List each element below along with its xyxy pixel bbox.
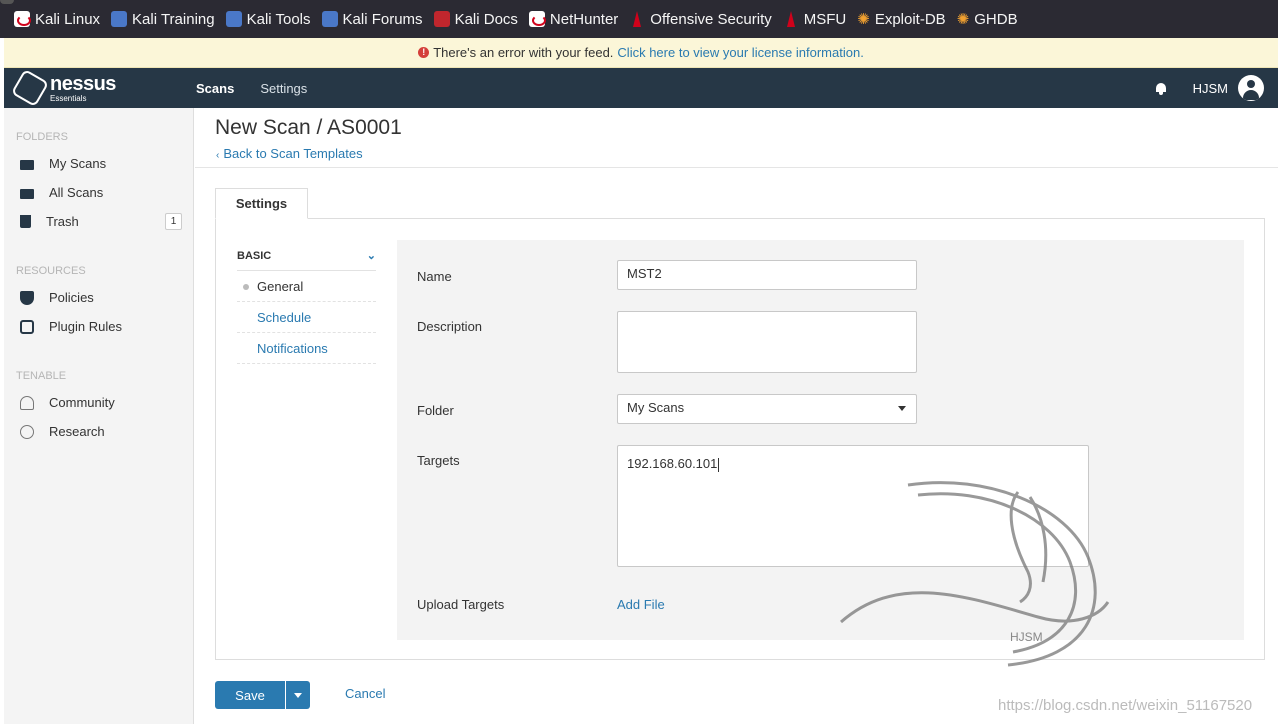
hexagon-icon [10,68,50,108]
main-content: New Scan / AS0001 ‹ Back to Scan Template… [195,108,1278,724]
general-form: Name MST2 Description Folder My Scans Ta… [397,240,1244,640]
nav-tab-scans[interactable]: Scans [196,81,234,96]
trash-icon [20,215,31,228]
plugin-icon [20,319,34,334]
avatar[interactable] [1238,75,1264,101]
subnav-item-general[interactable]: General [237,271,376,302]
sidebar-item-policies[interactable]: Policies [4,283,194,312]
folder-icon [20,159,34,170]
bookmark-kali-forums[interactable]: Kali Forums [321,11,423,28]
bookmark-nethunter[interactable]: NetHunter [528,11,618,28]
trash-count-badge: 1 [165,213,182,230]
bookmarks-bar: Kali Linux Kali Training Kali Tools Kali… [0,0,1278,38]
sidebar: FOLDERS My Scans All Scans Trash 1 RESOUR… [4,108,194,724]
bell-icon[interactable] [1155,82,1167,95]
kali-docs-icon [433,11,450,27]
lightbulb-icon [20,424,34,439]
sidebar-item-community[interactable]: Community [4,388,194,417]
bookmark-exploit-db[interactable]: ✺ Exploit-DB [857,10,945,29]
subnav-item-schedule[interactable]: Schedule [237,302,376,333]
resources-heading: RESOURCES [16,265,86,277]
bookmark-kali-training[interactable]: Kali Training [111,11,215,28]
save-options-dropdown[interactable] [286,681,310,709]
bookmark-ghdb[interactable]: ✺ GHDB [956,10,1018,29]
spider-icon: ✺ [857,11,870,28]
sidebar-item-plugin-rules[interactable]: Plugin Rules [4,312,194,341]
logo-sub: Essentials [50,93,87,103]
back-to-templates-link[interactable]: ‹ Back to Scan Templates [216,146,363,161]
bookmark-kali-docs[interactable]: Kali Docs [433,11,518,28]
targets-field[interactable]: 192.168.60.101 [617,445,1089,567]
bookmark-kali-linux[interactable]: Kali Linux [14,11,100,28]
text-cursor [718,457,720,472]
chevron-down-icon [898,406,906,411]
name-label: Name [417,269,452,284]
banner-message: There's an error with your feed. [433,45,614,60]
folder-icon [20,188,34,199]
logo-name: nessus [50,72,116,95]
tab-settings[interactable]: Settings [215,188,308,219]
username[interactable]: HJSM [1193,81,1228,96]
sidebar-item-research[interactable]: Research [4,417,194,446]
scroll-indicator [0,0,14,4]
license-info-link[interactable]: Click here to view your license informat… [617,45,863,60]
settings-subnav: BASIC ⌄ General Schedule Notifications [237,241,376,364]
offsec-icon [783,11,799,27]
settings-panel: BASIC ⌄ General Schedule Notifications N… [215,218,1265,660]
sidebar-item-trash[interactable]: Trash 1 [4,207,194,236]
kali-dragon-icon [14,11,31,27]
sidebar-item-my-scans[interactable]: My Scans [4,149,194,178]
nav-tab-settings[interactable]: Settings [260,81,307,96]
chevron-down-icon: ⌄ [366,250,376,262]
offsec-icon [629,11,645,27]
error-icon: ! [418,47,430,58]
divider [195,167,1278,168]
description-label: Description [417,319,483,334]
community-icon [20,395,34,410]
bookmark-msfu[interactable]: MSFU [783,11,846,28]
bookmark-offensive-security[interactable]: Offensive Security [629,11,772,28]
folder-label: Folder [417,403,454,418]
add-file-link[interactable]: Add File [617,597,665,612]
watermark-url: https://blog.csdn.net/weixin_51167520 [998,697,1253,714]
name-field[interactable]: MST2 [617,260,917,290]
subnav-item-notifications[interactable]: Notifications [237,333,376,364]
kali-tools-icon [225,11,242,27]
nethunter-icon [528,11,546,27]
sidebar-item-all-scans[interactable]: All Scans [4,178,194,207]
folder-select[interactable]: My Scans [617,394,917,424]
cancel-button[interactable]: Cancel [345,686,385,701]
upload-targets-label: Upload Targets [417,597,505,612]
bookmark-kali-tools[interactable]: Kali Tools [225,11,311,28]
top-navigation: nessus Essentials Scans Settings HJSM [4,68,1278,108]
shield-icon [20,290,34,305]
chevron-left-icon: ‹ [216,150,220,161]
folders-heading: FOLDERS [16,131,68,143]
subnav-section-basic[interactable]: BASIC ⌄ [237,241,376,271]
targets-label: Targets [417,453,460,468]
nessus-logo[interactable]: nessus Essentials [10,68,196,108]
description-field[interactable] [617,311,917,373]
kali-training-icon [111,11,128,27]
spider-icon: ✺ [956,11,970,28]
tenable-heading: TENABLE [16,370,67,382]
feed-error-banner: ! There's an error with your feed. Click… [4,38,1278,68]
save-button[interactable]: Save [215,681,285,709]
page-title: New Scan / AS0001 [215,116,402,139]
kali-forums-icon [321,11,338,27]
